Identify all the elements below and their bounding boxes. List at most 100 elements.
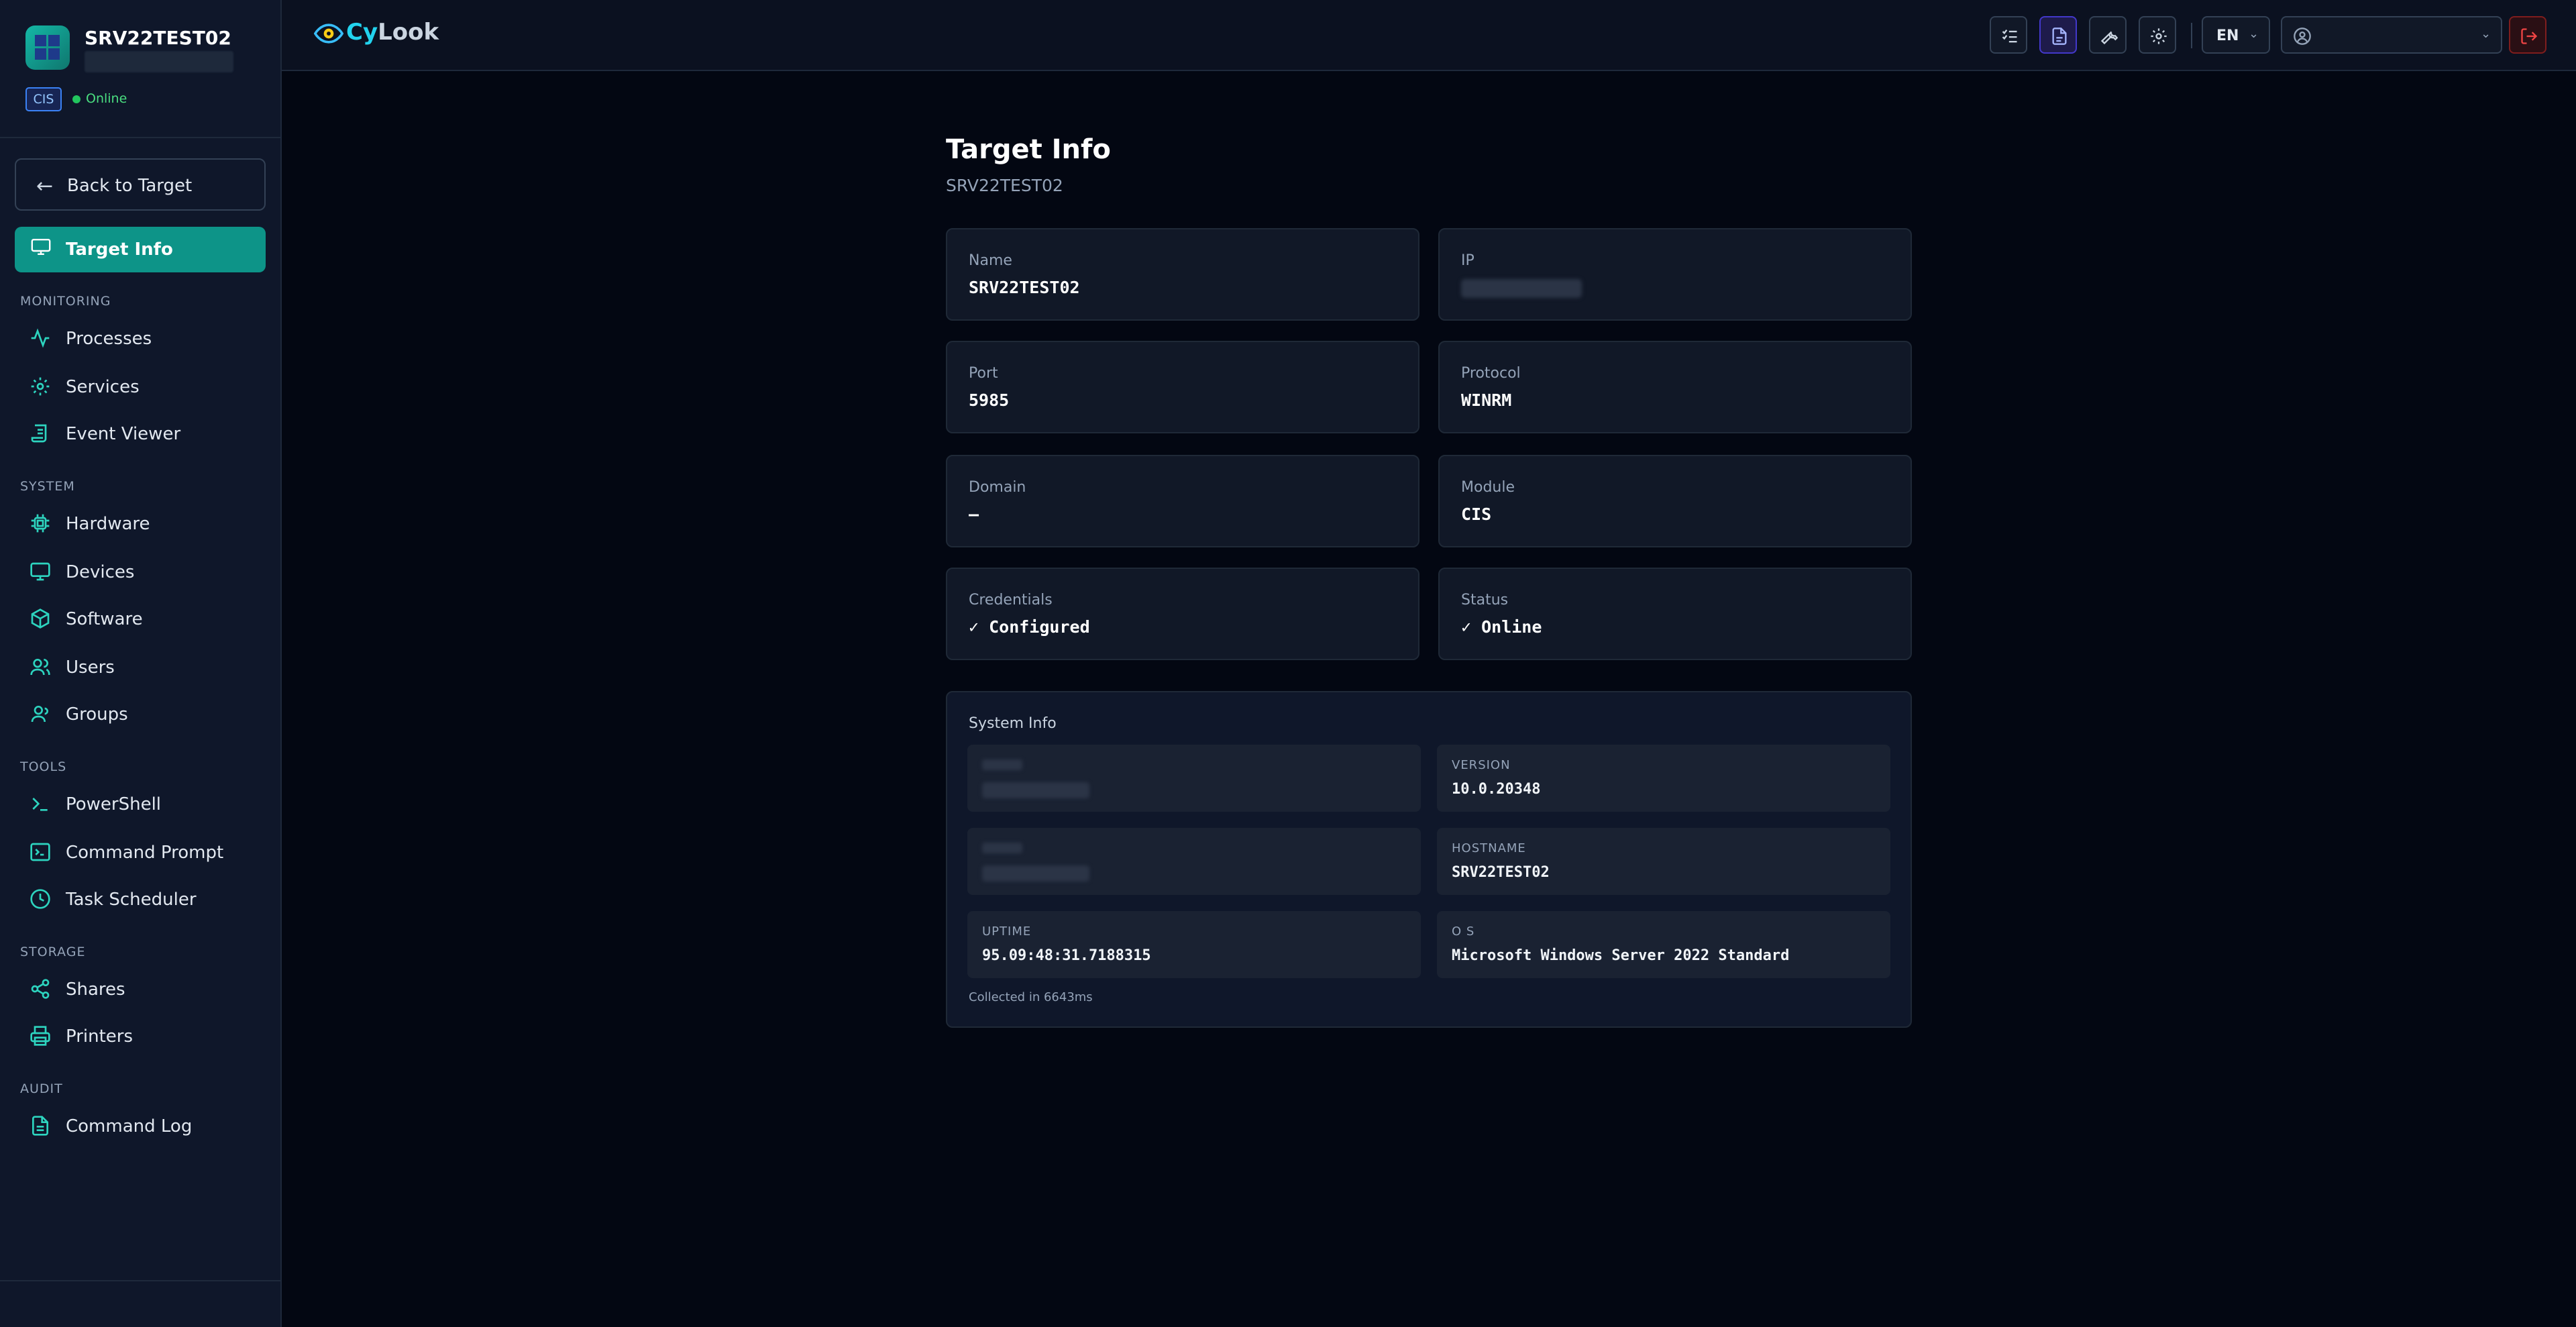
sysinfo-key: VERSION [1452,758,1511,772]
language-select[interactable]: EN ⌄ [2202,16,2270,54]
sysinfo-key: HOSTNAME [1452,841,1526,855]
field-card-module: Module CIS [1438,455,1912,547]
sysinfo-value: Microsoft Windows Server 2022 Standard [1452,947,1790,964]
scroll-icon [31,424,47,443]
clock-icon [30,889,50,909]
system-info-panel: System Info VERSION 10.0.20348 HOSTNAME … [946,691,1912,1028]
brand-look: Look [378,19,439,46]
share-icon [31,979,50,999]
target-header: SRV22TEST02 CIS Online [0,0,280,138]
redacted-ip-value [1461,279,1582,298]
users-icon [30,659,50,676]
activity-icon [31,328,50,348]
sysinfo-cell-os: O S Microsoft Windows Server 2022 Standa… [1437,911,1890,978]
online-status-dot [72,95,80,103]
chevron-down-icon: ⌄ [2249,27,2259,41]
sidebar-item-label: Command Prompt [66,843,224,863]
terminal-icon [32,798,48,811]
section-storage: STORAGE [20,945,86,959]
redacted-value [982,782,1089,798]
windows-icon [25,25,70,70]
section-system: SYSTEM [20,479,75,494]
sidebar-item-services[interactable]: Services [15,366,266,407]
checklist-button[interactable] [1990,16,2027,54]
gear-icon [31,377,50,396]
cylook-logo-icon [314,23,343,44]
sidebar-item-label: Task Scheduler [66,890,197,910]
sidebar-item-event-viewer[interactable]: Event Viewer [15,413,266,454]
field-card-status: Status ✓ Online [1438,568,1912,660]
section-monitoring: MONITORING [20,294,111,309]
terminal-window-icon [30,843,50,861]
sysinfo-cell-redacted-1 [967,745,1421,812]
arrow-left-icon: ← [36,174,54,198]
field-value: — [969,505,979,524]
printer-icon [30,1026,50,1046]
field-label: Module [1461,479,1515,496]
logout-button[interactable] [2509,16,2546,54]
sidebar-item-shares[interactable]: Shares [15,969,266,1009]
sysinfo-key: UPTIME [982,924,1032,939]
settings-button[interactable] [2139,16,2176,54]
sidebar-item-label: Event Viewer [66,424,181,444]
chevron-down-icon: ⌄ [2481,27,2491,41]
sidebar-item-users[interactable]: Users [15,647,266,687]
field-label: Status [1461,592,1509,608]
field-label: Name [969,252,1012,269]
sidebar-item-groups[interactable]: Groups [15,694,266,734]
module-badge: CIS [25,87,62,111]
back-to-target-button[interactable]: ← Back to Target [15,158,266,211]
sysinfo-value: 95.09:48:31.7188315 [982,947,1151,964]
sidebar-item-devices[interactable]: Devices [15,551,266,592]
top-bar: CyLook EN ⌄ ⌄ [282,0,2576,71]
field-value: ✓ Online [1461,617,1542,637]
sidebar-item-label: Devices [66,562,135,582]
sidebar-item-label: Services [66,377,140,397]
sidebar-item-command-prompt[interactable]: Command Prompt [15,832,266,872]
sidebar-item-label: Target Info [66,240,173,260]
sidebar-item-target-info[interactable]: Target Info [15,227,266,272]
redacted-target-detail [85,51,233,72]
page-subtitle: SRV22TEST02 [946,176,1063,195]
sidebar-item-label: Software [66,609,143,629]
user-menu[interactable]: ⌄ [2281,16,2502,54]
redacted-key [982,759,1022,770]
sysinfo-value: SRV22TEST02 [1452,864,1550,881]
sidebar-item-hardware[interactable]: Hardware [15,503,266,543]
sidebar-item-command-log[interactable]: Command Log [15,1106,266,1146]
sidebar-item-software[interactable]: Software [15,598,266,639]
report-button[interactable] [2039,16,2077,54]
sysinfo-cell-uptime: UPTIME 95.09:48:31.7188315 [967,911,1421,978]
sidebar-item-task-scheduler[interactable]: Task Scheduler [15,879,266,919]
sidebar-item-label: PowerShell [66,794,162,814]
redacted-value [982,865,1089,882]
tools-button[interactable] [2089,16,2127,54]
field-value: 5985 [969,390,1010,410]
field-card-domain: Domain — [946,455,1419,547]
field-card-credentials: Credentials ✓ Configured [946,568,1419,660]
field-label: Protocol [1461,365,1521,382]
sidebar-item-powershell[interactable]: PowerShell [15,784,266,824]
sysinfo-cell-version: VERSION 10.0.20348 [1437,745,1890,812]
cylook-logo[interactable]: CyLook [346,19,439,46]
sysinfo-key: O S [1452,924,1475,939]
online-status-text: Online [86,91,127,106]
toolbar-divider [2191,23,2192,48]
system-info-title: System Info [969,715,1057,732]
redacted-key [982,843,1022,853]
user-circle-icon [2294,28,2311,45]
sidebar-item-printers[interactable]: Printers [15,1016,266,1056]
file-text-icon [32,1116,48,1136]
field-value: SRV22TEST02 [969,278,1080,297]
sidebar-item-label: Hardware [66,514,150,534]
user-icon [31,706,48,723]
language-label: EN [2216,28,2239,44]
target-hostname: SRV22TEST02 [85,27,231,49]
field-label: Credentials [969,592,1053,608]
field-card-name: Name SRV22TEST02 [946,228,1419,321]
sidebar-item-label: Command Log [66,1116,193,1136]
sidebar-item-processes[interactable]: Processes [15,318,266,358]
field-label: Port [969,365,998,382]
package-icon [31,608,50,629]
field-label: Domain [969,479,1026,496]
